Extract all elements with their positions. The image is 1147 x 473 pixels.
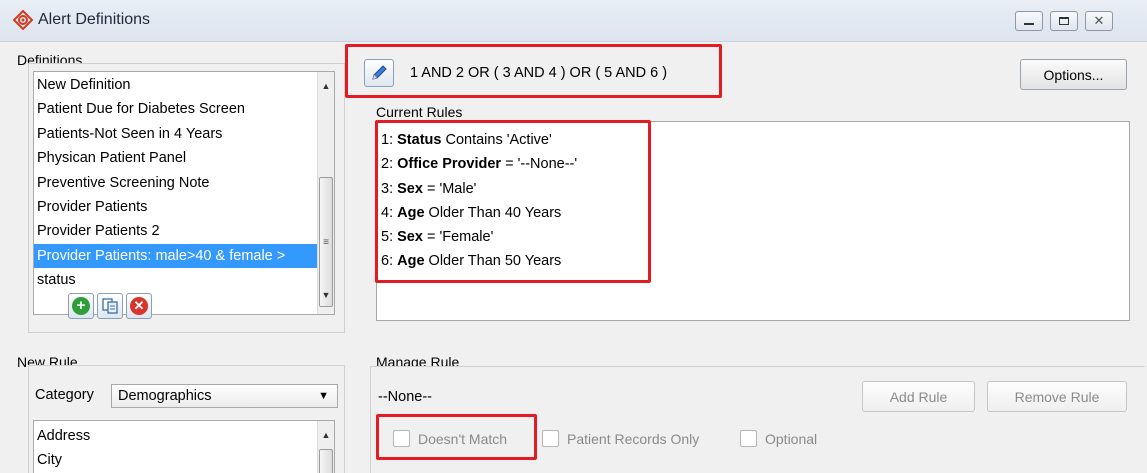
fields-scrollbar[interactable]: ▲ [317,421,334,473]
minimize-icon [1024,23,1034,25]
rule-fields-list: Address City ▲ [33,420,335,473]
field-list-item[interactable]: City [34,448,319,472]
definition-list-item[interactable]: Preventive Screening Note [34,171,319,195]
add-icon: + [72,297,90,315]
optional-checkbox-row[interactable]: Optional [740,430,817,447]
scroll-down-icon[interactable]: ▼ [318,287,334,304]
field-list-item[interactable]: Address [34,424,319,448]
scroll-up-icon[interactable]: ▲ [318,427,334,444]
close-icon: ✕ [1093,13,1105,28]
scroll-up-icon[interactable]: ▲ [318,78,334,95]
category-label: Category [35,387,94,403]
alert-definitions-window: Alert Definitions ✕ Definitions New Defi… [0,0,1147,473]
definition-list-item[interactable]: Physican Patient Panel [34,146,319,170]
delete-icon: ✕ [130,297,148,315]
patient-records-only-checkbox[interactable] [542,430,559,447]
definition-list-item[interactable]: Provider Patients: male>40 & female > [34,243,319,269]
optional-label: Optional [765,430,818,447]
definition-list-item[interactable]: New Definition [34,73,319,97]
options-button[interactable]: Options... [1020,59,1127,90]
optional-checkbox[interactable] [740,430,757,447]
category-value: Demographics [118,388,212,404]
patient-records-only-checkbox-row[interactable]: Patient Records Only [542,430,699,447]
definition-list-item[interactable]: Patient Due for Diabetes Screen [34,97,319,121]
category-dropdown[interactable]: Demographics ▼ [111,384,338,408]
window-title: Alert Definitions [38,11,151,28]
definition-list-item[interactable]: Patients-Not Seen in 4 Years [34,122,319,146]
target-icon [13,10,33,30]
copy-definition-button[interactable] [97,293,123,319]
rules-highlight-box [375,120,651,283]
definition-list-item[interactable]: Provider Patients 2 [34,219,319,243]
patient-records-only-label: Patient Records Only [567,430,700,447]
restore-button[interactable] [1050,11,1078,31]
copy-icon [102,298,118,314]
add-definition-button[interactable]: + [68,293,94,319]
minimize-button[interactable] [1015,11,1043,31]
current-rule-value: --None-- [378,389,432,405]
definition-list-item[interactable]: status [34,268,319,292]
current-rules-label: Current Rules [376,104,463,120]
scroll-thumb[interactable] [319,449,333,473]
title-bar: Alert Definitions ✕ [0,0,1147,42]
remove-rule-button[interactable]: Remove Rule [987,381,1127,412]
chevron-down-icon: ▼ [318,390,329,402]
definitions-scrollbar[interactable]: ▲ ≡ ▼ [317,72,334,314]
definition-list-item[interactable]: Provider Patients [34,195,319,219]
definitions-list: New Definition Patient Due for Diabetes S… [33,71,335,315]
doesnt-match-highlight-box [376,414,537,460]
add-rule-button[interactable]: Add Rule [862,381,975,412]
expression-highlight-box [345,44,722,98]
restore-icon [1059,17,1069,25]
close-button[interactable]: ✕ [1085,11,1113,31]
delete-definition-button[interactable]: ✕ [126,293,152,319]
